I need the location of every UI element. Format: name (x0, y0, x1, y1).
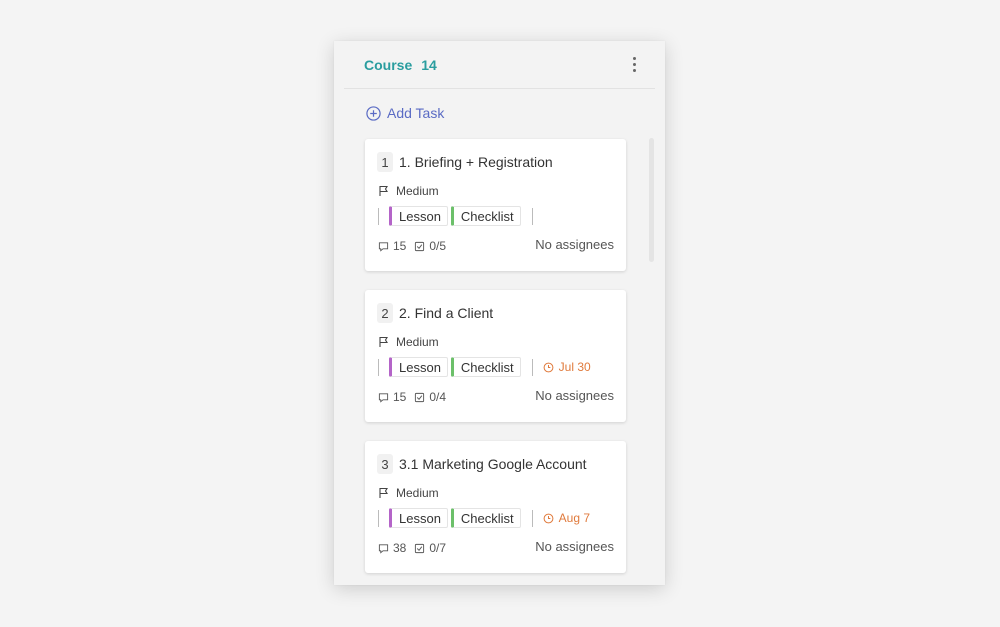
comment-icon (378, 543, 389, 554)
divider (531, 509, 533, 527)
tag-lesson[interactable]: Lesson (389, 206, 448, 226)
task-card-3[interactable]: 3 3.1 Marketing Google Account Medium Le… (365, 441, 626, 573)
priority[interactable]: Medium (378, 184, 439, 198)
task-meta: 15 0/4 (378, 390, 454, 404)
tags-row: Lesson Checklist (378, 205, 533, 227)
add-task-label: Add Task (387, 105, 445, 121)
divider (531, 207, 533, 225)
divider (378, 509, 379, 527)
comments-value: 15 (393, 390, 407, 404)
priority[interactable]: Medium (378, 335, 439, 349)
more-options-icon[interactable] (627, 55, 641, 75)
checkbox-icon (415, 241, 425, 251)
task-card-2[interactable]: 2 2. Find a Client Medium Lesson Checkli… (365, 290, 626, 422)
tag-checklist[interactable]: Checklist (450, 508, 521, 528)
task-title[interactable]: 3.1 Marketing Google Account (399, 456, 587, 472)
tag-checklist[interactable]: Checklist (450, 357, 521, 377)
divider (531, 358, 533, 376)
checklist-progress[interactable]: 0/5 (414, 239, 446, 253)
scrollbar[interactable] (649, 138, 654, 262)
tag-lesson[interactable]: Lesson (389, 508, 448, 528)
task-number: 2 (377, 303, 393, 323)
divider (378, 358, 379, 376)
tag-checklist[interactable]: Checklist (450, 206, 521, 226)
priority[interactable]: Medium (378, 486, 439, 500)
column-title: Course (364, 56, 413, 73)
checklist-value: 0/5 (429, 239, 447, 253)
flag-icon (379, 336, 388, 347)
flag-icon (379, 487, 388, 498)
column-title-group: Course 14 (364, 57, 437, 73)
comment-icon (378, 392, 389, 403)
flag-icon (379, 185, 388, 196)
column-header: Course 14 (344, 41, 655, 89)
due-date-value: Aug 7 (558, 511, 591, 525)
column-count: 14 (421, 56, 437, 73)
divider (378, 207, 379, 225)
task-title[interactable]: 2. Find a Client (399, 305, 493, 321)
checklist-value: 0/7 (429, 541, 447, 555)
comments-count[interactable]: 15 (378, 239, 406, 253)
task-number: 3 (377, 454, 393, 474)
priority-label: Medium (396, 335, 439, 349)
task-title[interactable]: 1. Briefing + Registration (399, 154, 553, 170)
comments-count[interactable]: 15 (378, 390, 406, 404)
assignees[interactable]: No assignees (535, 388, 614, 403)
comments-value: 15 (393, 239, 407, 253)
task-meta: 38 0/7 (378, 541, 454, 555)
task-meta: 15 0/5 (378, 239, 454, 253)
comment-icon (378, 241, 389, 252)
due-date-value: Jul 30 (558, 360, 591, 374)
assignees[interactable]: No assignees (535, 237, 614, 252)
kanban-column: Course 14 Add Task 1 1. Briefing + Regis… (334, 41, 665, 585)
checklist-progress[interactable]: 0/4 (414, 390, 446, 404)
due-date[interactable]: Jul 30 (543, 360, 591, 374)
add-task-button[interactable]: Add Task (366, 105, 444, 121)
priority-label: Medium (396, 486, 439, 500)
clock-icon (543, 362, 554, 372)
plus-circle-icon (366, 105, 381, 121)
checkbox-icon (415, 392, 425, 402)
checklist-value: 0/4 (429, 390, 447, 404)
checkbox-icon (415, 543, 425, 553)
task-number: 1 (377, 152, 393, 172)
comments-value: 38 (393, 541, 407, 555)
checklist-progress[interactable]: 0/7 (414, 541, 446, 555)
clock-icon (543, 513, 554, 523)
comments-count[interactable]: 38 (378, 541, 406, 555)
tags-row: Lesson Checklist Jul 30 (378, 356, 591, 378)
tags-row: Lesson Checklist Aug 7 (378, 507, 590, 529)
assignees[interactable]: No assignees (535, 539, 614, 554)
task-card-1[interactable]: 1 1. Briefing + Registration Medium Less… (365, 139, 626, 271)
tag-lesson[interactable]: Lesson (389, 357, 448, 377)
due-date[interactable]: Aug 7 (543, 511, 590, 525)
priority-label: Medium (396, 184, 439, 198)
